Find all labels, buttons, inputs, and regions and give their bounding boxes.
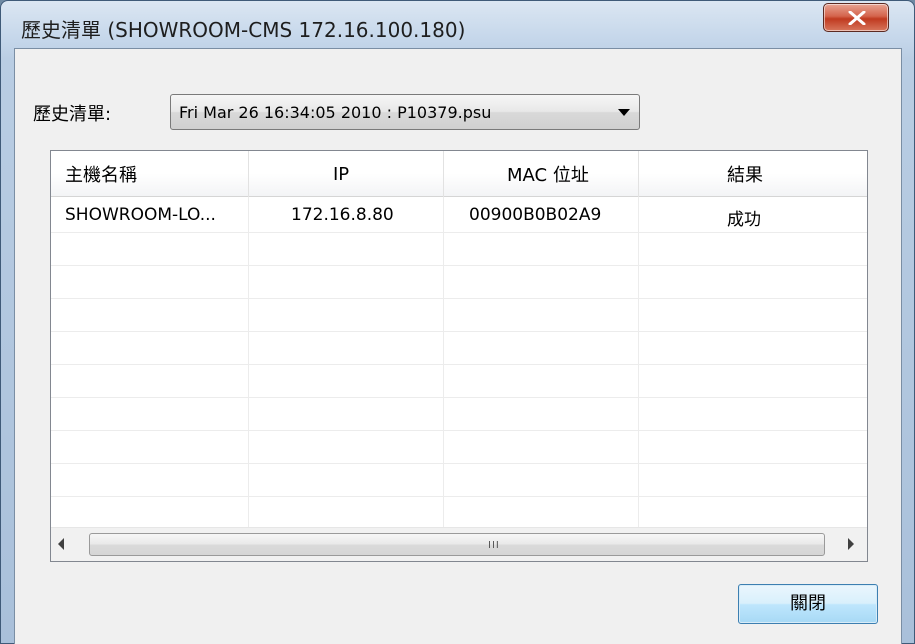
column-header-ip[interactable]: IP <box>333 151 349 197</box>
grid-line <box>51 232 867 233</box>
cell-result: 成功 <box>727 210 761 230</box>
horizontal-scrollbar[interactable]: III <box>51 527 867 561</box>
title-bar[interactable]: 歷史清單 (SHOWROOM-CMS 172.16.100.180) <box>1 1 914 49</box>
history-selected-value: Fri Mar 26 16:34:05 2010 : P10379.psu <box>179 103 492 122</box>
cell-ip: 172.16.8.80 <box>291 205 394 225</box>
grid-line <box>51 496 867 497</box>
column-header-hostname[interactable]: 主機名稱 <box>65 151 137 197</box>
grid-line <box>51 430 867 431</box>
window-title: 歷史清單 (SHOWROOM-CMS 172.16.100.180) <box>21 18 466 42</box>
grid-line <box>51 397 867 398</box>
history-label: 歷史清單: <box>33 104 112 125</box>
window-close-button[interactable] <box>823 3 889 32</box>
scrollbar-thumb[interactable]: III <box>89 533 825 556</box>
grid-line <box>51 364 867 365</box>
history-list-view[interactable]: 主機名稱 IP MAC 位址 結果 SHOWROOM-LO... 172.16.… <box>50 150 868 562</box>
column-header-mac[interactable]: MAC 位址 <box>507 151 589 197</box>
column-header-result[interactable]: 結果 <box>727 151 763 197</box>
scrollbar-grip: III <box>488 540 500 551</box>
list-header: 主機名稱 IP MAC 位址 結果 <box>51 151 867 197</box>
grid-line <box>443 197 444 527</box>
scroll-left-arrow-icon[interactable] <box>57 538 65 550</box>
grid-line <box>51 463 867 464</box>
grid-line <box>51 331 867 332</box>
scroll-right-arrow-icon[interactable] <box>847 538 855 550</box>
dropdown-arrow-icon <box>618 109 630 116</box>
grid-line <box>51 265 867 266</box>
column-divider[interactable] <box>248 151 249 197</box>
history-dropdown[interactable]: Fri Mar 26 16:34:05 2010 : P10379.psu <box>170 94 640 130</box>
grid-line <box>248 197 249 527</box>
cell-hostname: SHOWROOM-LO... <box>65 205 216 225</box>
grid-line <box>51 298 867 299</box>
column-divider[interactable] <box>638 151 639 197</box>
close-button[interactable]: 關閉 <box>738 584 878 624</box>
cell-mac: 00900B0B02A9 <box>469 205 602 225</box>
column-divider[interactable] <box>443 151 444 197</box>
grid-line <box>638 197 639 527</box>
close-x-icon <box>848 11 866 25</box>
